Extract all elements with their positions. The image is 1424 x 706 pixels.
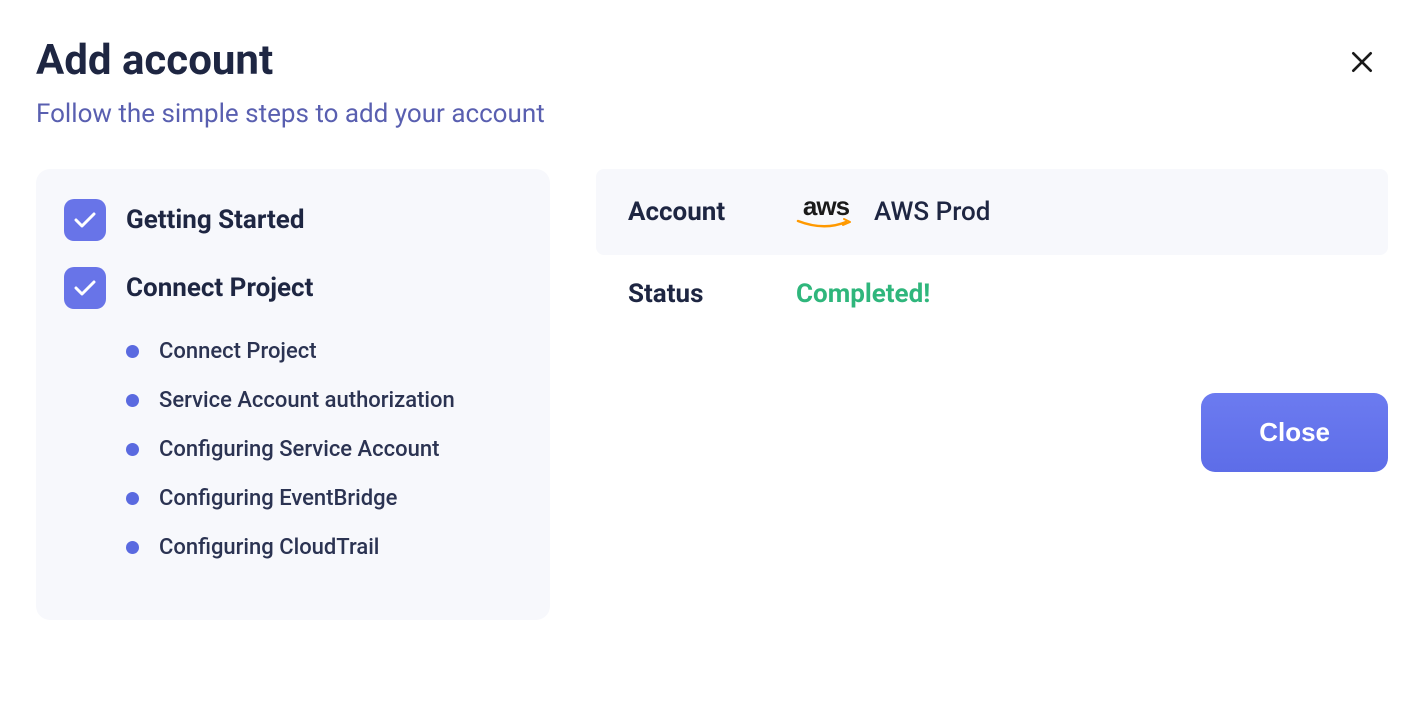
- status-row: Status Completed!: [596, 255, 1388, 333]
- substep-label: Connect Project: [159, 339, 317, 364]
- step-label: Connect Project: [126, 273, 313, 303]
- main-panel: Account aws AWS Prod Status Completed! C…: [596, 169, 1388, 620]
- account-value: aws AWS Prod: [796, 193, 990, 231]
- substep-label: Configuring Service Account: [159, 437, 439, 462]
- step-label: Getting Started: [126, 205, 304, 235]
- bullet-icon: [126, 394, 139, 407]
- account-row: Account aws AWS Prod: [596, 169, 1388, 255]
- close-icon[interactable]: [1346, 46, 1378, 78]
- page-subtitle: Follow the simple steps to add your acco…: [36, 99, 1388, 129]
- page-title: Add account: [36, 36, 1388, 85]
- substep-item[interactable]: Service Account authorization: [126, 388, 522, 413]
- status-label: Status: [628, 279, 796, 309]
- check-icon: [64, 267, 106, 309]
- account-label: Account: [628, 197, 796, 227]
- substep-item[interactable]: Configuring EventBridge: [126, 486, 522, 511]
- bullet-icon: [126, 541, 139, 554]
- steps-sidebar: Getting Started Connect Project Connect …: [36, 169, 550, 620]
- substep-label: Service Account authorization: [159, 388, 455, 413]
- substep-item[interactable]: Configuring CloudTrail: [126, 535, 522, 560]
- bullet-icon: [126, 492, 139, 505]
- substep-item[interactable]: Connect Project: [126, 339, 522, 364]
- modal-header: Add account Follow the simple steps to a…: [36, 36, 1388, 129]
- close-button[interactable]: Close: [1201, 393, 1388, 472]
- bullet-icon: [126, 345, 139, 358]
- aws-logo-icon: aws: [796, 193, 856, 231]
- substep-item[interactable]: Configuring Service Account: [126, 437, 522, 462]
- step-connect-project[interactable]: Connect Project: [64, 267, 522, 309]
- substep-list: Connect Project Service Account authoriz…: [126, 339, 522, 560]
- bullet-icon: [126, 443, 139, 456]
- status-value: Completed!: [796, 279, 930, 309]
- check-icon: [64, 199, 106, 241]
- account-name: AWS Prod: [874, 197, 990, 227]
- substep-label: Configuring CloudTrail: [159, 535, 379, 560]
- substep-label: Configuring EventBridge: [159, 486, 397, 511]
- step-getting-started[interactable]: Getting Started: [64, 199, 522, 241]
